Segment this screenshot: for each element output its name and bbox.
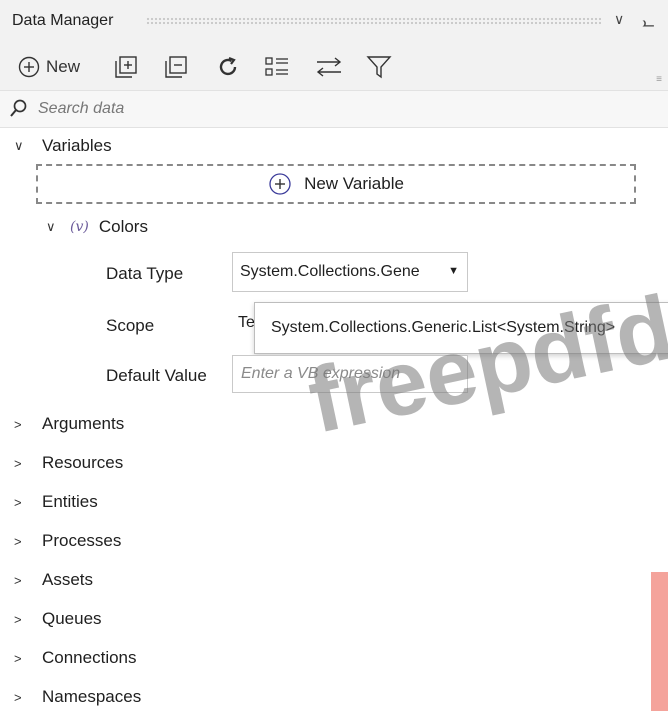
list-view-icon [265,57,288,76]
scope-value[interactable]: Te [238,314,255,332]
section-entities[interactable]: > Entities [14,490,98,514]
chevron-right-icon[interactable]: > [14,495,30,510]
data-type-select[interactable]: System.Collections.Gene ▼ [232,252,468,292]
search-bar [0,90,668,128]
variables-label: Variables [42,136,112,155]
swap-arrows-icon [316,57,342,77]
section-label: Processes [42,531,122,550]
section-label: Queues [42,609,102,628]
refresh-icon [219,56,237,76]
variable-name: Colors [98,217,148,236]
filter-button[interactable] [366,52,392,82]
chevron-down-icon[interactable]: ∨ [14,138,30,154]
add-circle-icon [18,56,40,78]
section-arguments[interactable]: > Arguments [14,412,124,436]
default-value-label: Default Value [106,366,207,385]
data-type-tooltip-text: System.Collections.Generic.List<System.S… [271,319,616,336]
new-button-label: New [46,57,81,76]
section-label: Namespaces [42,687,142,706]
default-value-input[interactable] [232,355,468,393]
new-variable-button[interactable]: New Variable [36,164,636,204]
new-variable-label: New Variable [304,174,404,193]
section-resources[interactable]: > Resources [14,451,123,475]
data-type-tooltip: System.Collections.Generic.List<System.S… [254,302,668,354]
section-label: Resources [42,453,124,472]
variable-item-colors[interactable]: ∨ (v) Colors [46,215,148,239]
panel-title: Data Manager [12,12,114,29]
variables-section-header[interactable]: ∨ Variables [14,134,112,158]
section-connections[interactable]: > Connections [14,646,137,670]
toolbar: New ≡ [0,44,668,90]
chevron-right-icon[interactable]: > [14,651,30,666]
dropdown-arrow-icon[interactable]: ▼ [448,265,459,277]
drag-grip[interactable] [146,17,601,26]
section-processes[interactable]: > Processes [14,529,121,553]
collapse-all-button[interactable] [164,52,188,82]
new-button[interactable]: New [18,52,80,82]
chevron-right-icon[interactable]: > [14,534,30,549]
refresh-button[interactable] [216,52,240,82]
collapse-all-icon [165,56,187,78]
section-namespaces[interactable]: > Namespaces [14,685,141,709]
scope-label: Scope [106,316,155,335]
variable-icon: (v) [70,219,89,235]
chevron-right-icon[interactable]: > [14,612,30,627]
add-circle-icon [269,173,291,195]
side-highlight-bar [651,572,668,711]
expand-all-button[interactable] [114,52,138,82]
overflow-indicator: ≡ [656,74,662,85]
section-label: Entities [42,492,98,511]
filter-icon [366,56,392,79]
chevron-right-icon[interactable]: > [14,417,30,432]
list-view-button[interactable] [264,52,290,82]
search-icon [10,99,27,117]
data-type-label: Data Type [106,264,184,283]
data-type-value: System.Collections.Gene [240,263,420,280]
search-input[interactable] [38,97,598,121]
chevron-right-icon[interactable]: > [14,456,30,471]
chevron-right-icon[interactable]: > [14,573,30,588]
section-assets[interactable]: > Assets [14,568,93,592]
chevron-right-icon[interactable]: > [14,690,30,705]
section-label: Connections [42,648,137,667]
chevron-down-icon[interactable]: ∨ [614,11,624,28]
sort-button[interactable] [314,52,344,82]
expand-all-icon [115,56,137,78]
section-queues[interactable]: > Queues [14,607,102,631]
section-label: Assets [42,570,94,589]
pin-icon[interactable]: 𝈭 [642,8,654,36]
section-label: Arguments [42,414,125,433]
chevron-down-icon[interactable]: ∨ [46,219,62,235]
panel-titlebar: Data Manager ∨ 𝈭 [0,0,668,44]
